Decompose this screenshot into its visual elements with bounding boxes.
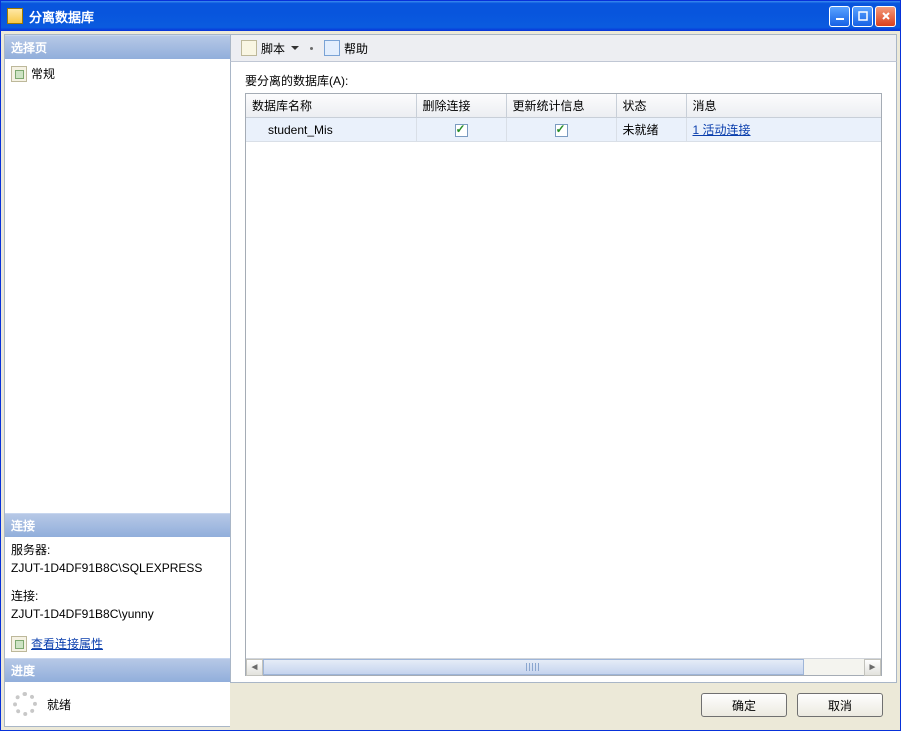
dialog-body: 选择页 常规 连接 服务器: ZJUT-1D4DF91B8C\SQLEXPRES…	[1, 31, 900, 730]
progress-body: 就绪	[5, 682, 230, 726]
help-icon	[324, 40, 340, 56]
scroll-track[interactable]	[263, 659, 864, 675]
scroll-right-button[interactable]: ►	[864, 659, 881, 676]
col-message[interactable]: 消息	[686, 94, 881, 118]
database-grid: 数据库名称 删除连接 更新统计信息 状态 消息 stud	[245, 93, 882, 676]
progress-section-header: 进度	[5, 658, 230, 682]
script-icon	[241, 40, 257, 56]
cell-dbname[interactable]: student_Mis	[246, 118, 416, 142]
view-connection-props-link[interactable]: 查看连接属性	[31, 635, 103, 652]
server-label: 服务器:	[11, 541, 224, 559]
server-value: ZJUT-1D4DF91B8C\SQLEXPRESS	[11, 559, 224, 577]
message-link[interactable]: 1 活动连接	[693, 123, 751, 137]
progress-status: 就绪	[47, 696, 71, 713]
dialog-buttons: 确定 取消	[230, 683, 897, 727]
connection-section-header: 连接	[5, 513, 230, 537]
content-area: 要分离的数据库(A):	[230, 62, 897, 683]
dialog-window: 分离数据库 选择页 常规 连接	[0, 0, 901, 731]
view-connection-props[interactable]: 查看连接属性	[11, 633, 224, 654]
grid-label: 要分离的数据库(A):	[245, 72, 882, 89]
col-drop[interactable]: 删除连接	[416, 94, 506, 118]
scroll-left-button[interactable]: ◄	[246, 659, 263, 676]
titlebar[interactable]: 分离数据库	[1, 1, 900, 31]
help-button[interactable]: 帮助	[320, 38, 372, 59]
toolbar-separator	[310, 47, 313, 50]
maximize-icon	[857, 10, 869, 22]
cell-update[interactable]	[506, 118, 616, 142]
cell-drop[interactable]	[416, 118, 506, 142]
scroll-thumb[interactable]	[263, 659, 804, 675]
page-item-general[interactable]: 常规	[11, 63, 224, 84]
left-panel: 选择页 常规 连接 服务器: ZJUT-1D4DF91B8C\SQLEXPRES…	[4, 34, 230, 727]
page-list: 常规	[5, 59, 230, 513]
properties-icon	[11, 636, 27, 652]
update-checkbox[interactable]	[555, 124, 568, 137]
cancel-button[interactable]: 取消	[797, 693, 883, 717]
grid-header-row: 数据库名称 删除连接 更新统计信息 状态 消息	[246, 94, 881, 118]
page-item-label: 常规	[31, 65, 55, 82]
progress-spinner-icon	[13, 692, 37, 716]
grid-table: 数据库名称 删除连接 更新统计信息 状态 消息 stud	[246, 94, 881, 142]
close-icon	[880, 10, 892, 22]
script-button[interactable]: 脚本	[237, 38, 303, 59]
col-name[interactable]: 数据库名称	[246, 94, 416, 118]
help-label: 帮助	[344, 40, 368, 57]
drop-checkbox[interactable]	[455, 124, 468, 137]
maximize-button[interactable]	[852, 6, 873, 27]
col-update[interactable]: 更新统计信息	[506, 94, 616, 118]
cell-status: 未就绪	[616, 118, 686, 142]
connection-info: 服务器: ZJUT-1D4DF91B8C\SQLEXPRESS 连接: ZJUT…	[5, 537, 230, 658]
cell-message[interactable]: 1 活动连接	[686, 118, 881, 142]
right-panel: 脚本 帮助 要分离的数据库(A):	[230, 34, 897, 727]
connection-value: ZJUT-1D4DF91B8C\yunny	[11, 605, 224, 623]
close-button[interactable]	[875, 6, 896, 27]
window-title: 分离数据库	[29, 7, 829, 26]
ok-button[interactable]: 确定	[701, 693, 787, 717]
app-icon	[7, 8, 23, 24]
col-status[interactable]: 状态	[616, 94, 686, 118]
horizontal-scrollbar[interactable]: ◄ ►	[246, 658, 881, 675]
table-row[interactable]: student_Mis 未就绪	[246, 118, 881, 142]
script-label: 脚本	[261, 40, 285, 57]
page-icon	[11, 66, 27, 82]
connection-label: 连接:	[11, 587, 224, 605]
minimize-icon	[834, 10, 846, 22]
toolbar: 脚本 帮助	[230, 34, 897, 62]
page-section-header: 选择页	[5, 35, 230, 59]
window-controls	[829, 6, 896, 27]
minimize-button[interactable]	[829, 6, 850, 27]
chevron-down-icon	[291, 46, 299, 50]
